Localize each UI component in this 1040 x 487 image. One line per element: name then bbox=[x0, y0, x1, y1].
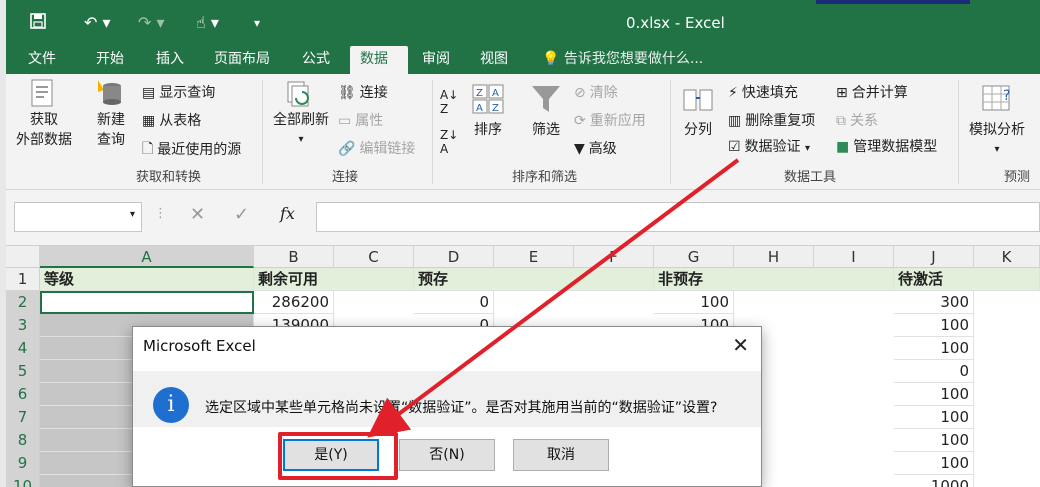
annotation-arrow bbox=[367, 158, 740, 438]
red-arrow bbox=[367, 158, 740, 438]
